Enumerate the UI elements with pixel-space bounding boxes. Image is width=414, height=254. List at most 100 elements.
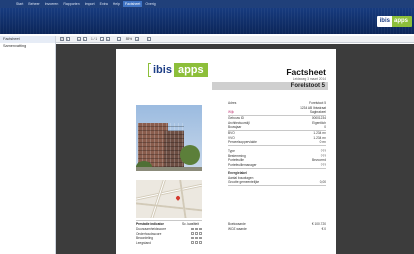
document-logo: ibis apps [148, 63, 208, 77]
menu-item[interactable]: Rapporten [61, 1, 81, 7]
rating-box [199, 241, 202, 244]
sidebar-item[interactable]: Factsheet [0, 36, 55, 43]
save-icon[interactable]: ▪ [65, 37, 70, 41]
first-page-icon[interactable]: « [77, 37, 81, 41]
detail-value: Sagbrakeel [309, 110, 326, 114]
menu-item[interactable]: Overig [143, 1, 157, 7]
zoom-in-icon[interactable]: + [135, 37, 140, 41]
rating-box [199, 236, 202, 240]
zoom-level[interactable]: 85% [126, 37, 132, 41]
detail-row: Aantal bouwlagen [228, 176, 326, 180]
detail-label: Energielabel [228, 171, 247, 175]
indicator-row: Beoordeling [136, 236, 202, 240]
rating-box [191, 232, 194, 235]
report-viewer[interactable]: ibis apps Factsheet Leidsweg 3 maart 201… [56, 44, 414, 254]
detail-label: Portefeuille [228, 158, 244, 162]
divider [228, 185, 326, 186]
ground [136, 167, 202, 171]
detail-row: Boekwaarde € 100.720 [228, 222, 326, 226]
detail-label: Aantal bouwlagen [228, 175, 254, 180]
rating-box [195, 232, 198, 235]
menu-bar: Start Beheer Invoeren Rapporten Import Extra H… [0, 0, 414, 8]
object-name-bar: Forelstoot 5 [212, 82, 328, 90]
rating-box [191, 236, 194, 240]
detail-value: € 0 [321, 226, 326, 231]
viewer-toolbar: ⎙ ▪ « ‹ 1 / 1 › » − 85% + ⌕ [56, 36, 414, 43]
indicator-header: Sc. kwaliteit [182, 222, 199, 226]
sidebar-item[interactable]: Samenvatting [0, 43, 55, 50]
detail-row: Type??? [228, 149, 326, 153]
detail-row: Energielabel [228, 171, 326, 175]
document-subtitle: Leidsweg 3 maart 2014 [292, 77, 326, 81]
prev-page-icon[interactable]: ‹ [82, 37, 87, 41]
location-map [136, 180, 202, 218]
brand-logo-accent: apps [391, 16, 412, 27]
brand-logo-text: ibis [376, 16, 392, 27]
search-icon[interactable]: ⌕ [146, 37, 151, 41]
page-indicator[interactable]: 1 / 1 [91, 37, 97, 41]
detail-label: Gebouw ID [228, 116, 244, 120]
menu-item[interactable]: Factsheet [122, 1, 143, 7]
menu-item[interactable]: Extra [98, 1, 110, 7]
detail-row: Portefeuillemanager??? [228, 163, 326, 167]
rating-box [195, 241, 198, 244]
divider [228, 145, 326, 146]
detail-row: Architectuurstijl Eigentlich [228, 121, 326, 125]
detail-row: Perceelsoppervlakte 0 m² [228, 140, 326, 144]
detail-value: 00001234 [311, 116, 326, 120]
zoom-out-icon[interactable]: − [117, 37, 122, 41]
logo-text: ibis [153, 64, 172, 76]
detail-value: 0 [324, 125, 326, 129]
rating-box [199, 232, 202, 235]
detail-value: ??? [320, 149, 326, 153]
rating-box [195, 227, 198, 231]
divider [228, 167, 326, 169]
detail-label: Wijk [228, 110, 235, 114]
next-page-icon[interactable]: › [100, 37, 105, 41]
map-road [136, 202, 202, 212]
detail-value: 1.234 m² [313, 135, 326, 140]
detail-row: Wijk Sagbrakeel [228, 110, 326, 114]
building-photo [136, 105, 202, 171]
detail-row: BVO 1.234 m² [228, 131, 326, 135]
map-road [148, 180, 167, 218]
document-title: Factsheet [286, 67, 326, 77]
indicator-row: Onderhoudsscore [136, 232, 202, 236]
menu-item[interactable]: Help [111, 1, 122, 7]
detail-label: Grootte gemeentelijke [228, 180, 260, 184]
detail-label: WOZ waarde [228, 226, 247, 231]
detail-label: Perceelsoppervlakte [228, 140, 257, 144]
detail-value: 1234 AB Ibisstraat [300, 105, 326, 110]
detail-row: Bestemming??? [228, 154, 326, 158]
detail-label: Bouwjaar [228, 125, 242, 129]
logo-accent: apps [173, 63, 208, 77]
rating-box [191, 241, 194, 244]
menu-item[interactable]: Start [14, 1, 25, 7]
detail-label: Boekwaarde [228, 222, 246, 226]
map-road [178, 180, 188, 218]
menu-item[interactable]: Beheer [26, 1, 41, 7]
indicator-label: Leegstand [136, 240, 151, 245]
sidebar: Factsheet Samenvatting [0, 36, 56, 254]
detail-value: 0,00 [319, 180, 326, 184]
report-page: ibis apps Factsheet Leidsweg 3 maart 201… [116, 49, 336, 254]
rating-box [191, 227, 194, 231]
menu-item[interactable]: Invoeren [43, 1, 61, 7]
tree [180, 145, 200, 165]
detail-label [228, 106, 300, 110]
detail-value: ??? [320, 153, 326, 158]
indicator-row: Duurzaamheidsscore [136, 227, 202, 231]
detail-label: Portefeuillemanager [228, 162, 257, 167]
detail-label: Architectuurstijl [228, 120, 250, 125]
detail-row: Bouwjaar 0 [228, 125, 326, 129]
header-banner [0, 8, 414, 34]
detail-value: 0 m² [319, 140, 326, 144]
last-page-icon[interactable]: » [105, 37, 110, 41]
object-name: Forelstoot 5 [290, 83, 325, 89]
print-icon[interactable]: ⎙ [60, 37, 64, 41]
detail-label: Type [228, 149, 235, 153]
menu-item[interactable]: Import [83, 1, 97, 7]
detail-value: Forelstoot 5 [309, 101, 326, 105]
detail-value: Bevoorrrd [312, 158, 326, 162]
detail-row: 1234 AB Ibisstraat [228, 106, 326, 110]
